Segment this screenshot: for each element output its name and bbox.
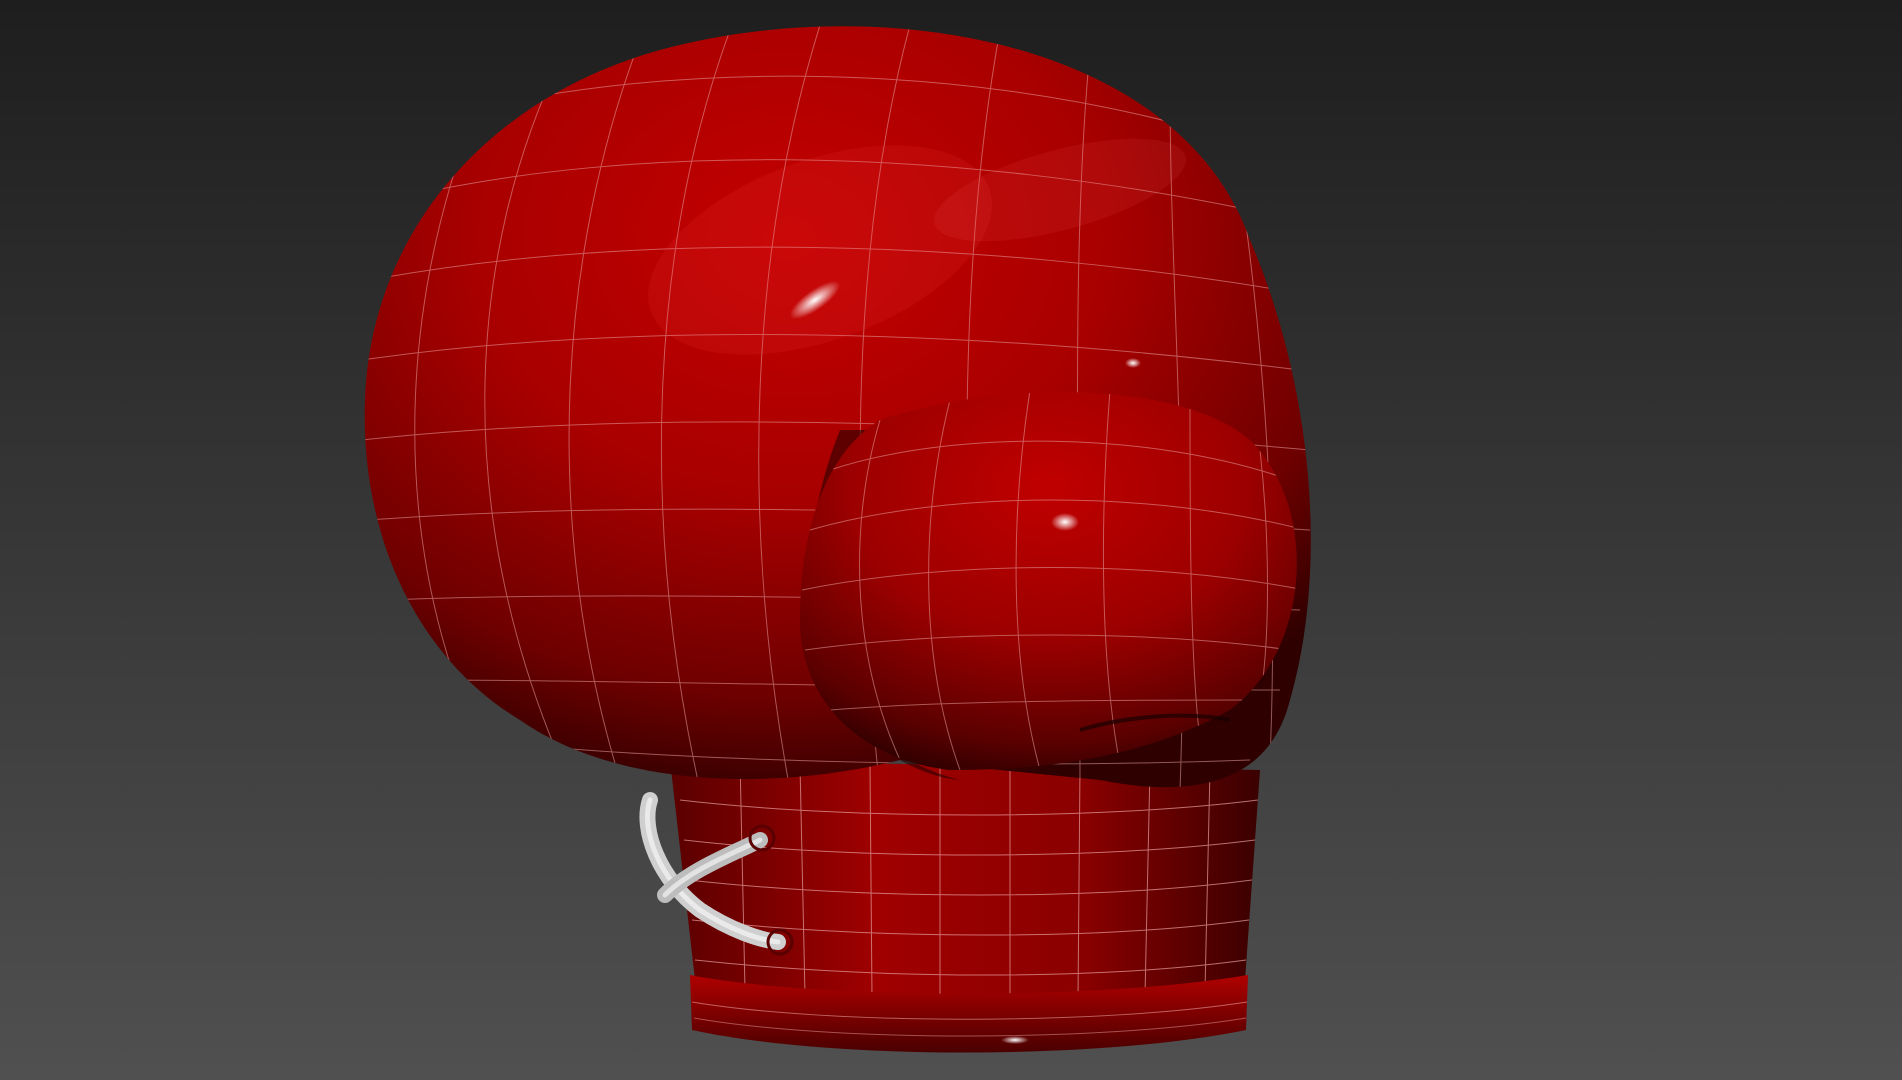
- glove-cuff: [670, 760, 1260, 1003]
- specular-highlight: [1125, 358, 1141, 368]
- 3d-viewport[interactable]: [0, 0, 1902, 1080]
- viewport-canvas[interactable]: [0, 0, 1902, 1080]
- specular-highlight: [1051, 513, 1079, 531]
- specular-highlight: [1001, 1036, 1029, 1044]
